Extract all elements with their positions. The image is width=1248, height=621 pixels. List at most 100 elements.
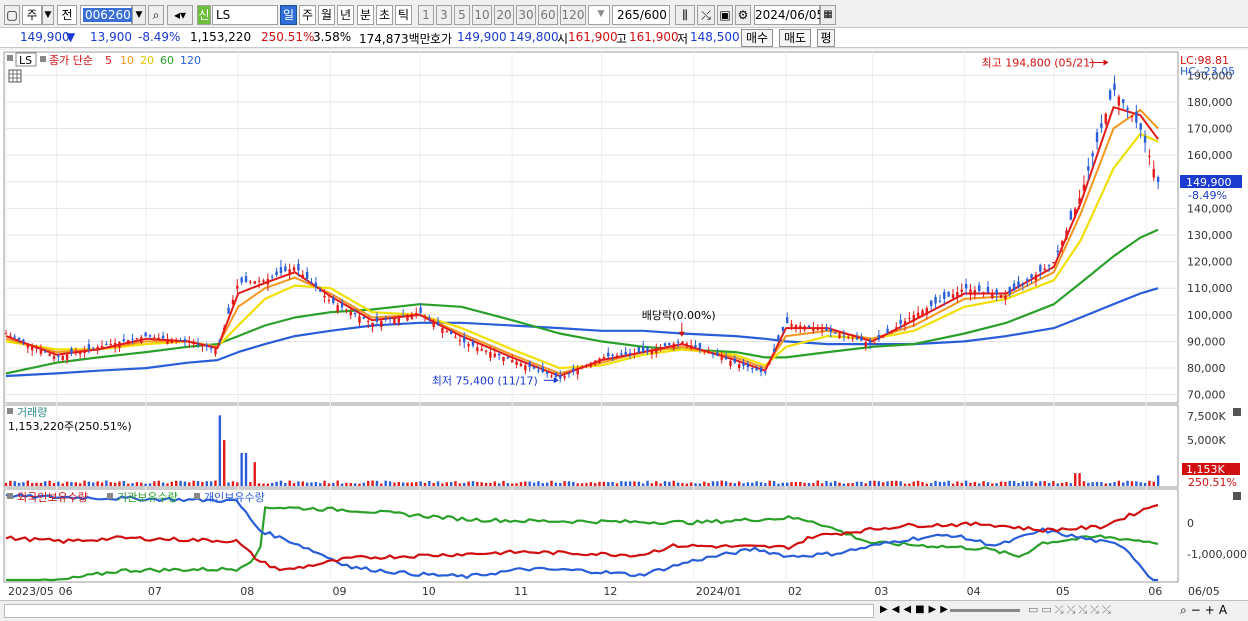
- volume-bar: [707, 483, 710, 486]
- stock-name-field[interactable]: LS: [212, 5, 278, 25]
- candle-body: [292, 267, 296, 271]
- volume-bar: [205, 481, 208, 486]
- volume-bar: [820, 483, 824, 486]
- candle-body: [925, 308, 929, 315]
- save-icon[interactable]: ▣: [717, 5, 733, 25]
- volume-panel-close-icon[interactable]: [1233, 408, 1241, 416]
- period-week-button[interactable]: 주: [299, 5, 316, 25]
- count-field[interactable]: 265/600: [612, 5, 670, 25]
- volume-bar: [921, 482, 924, 486]
- volume-bar: [1078, 473, 1081, 486]
- candle-body: [17, 337, 21, 340]
- candle-body: [1034, 274, 1038, 281]
- search-icon[interactable]: ⌕: [148, 5, 164, 25]
- volume-bar: [454, 481, 457, 486]
- volume-bar: [140, 482, 143, 486]
- buy-button[interactable]: 매수: [741, 29, 773, 47]
- volume-bar: [685, 483, 689, 486]
- step-1-button[interactable]: 1: [418, 5, 434, 25]
- candle-body: [476, 347, 479, 352]
- volume-bar: [262, 483, 265, 486]
- volume-bar: [257, 483, 261, 486]
- tool-icons[interactable]: ▭▭⤯⤯⤯⤯⤯: [1028, 603, 1114, 617]
- sell-button[interactable]: 매도: [779, 29, 811, 47]
- speaker-icon[interactable]: ◂▾: [167, 5, 193, 25]
- candle-body: [428, 317, 431, 319]
- candle-body: [231, 299, 235, 305]
- step-5-button[interactable]: 5: [454, 5, 470, 25]
- candle-body: [441, 328, 444, 334]
- quote-label: 호가: [430, 32, 453, 46]
- step-10-button[interactable]: 10: [472, 5, 492, 25]
- calendar-icon[interactable]: ▦: [820, 5, 836, 25]
- volume-bar: [934, 480, 937, 486]
- mode-select-prev[interactable]: 전: [57, 5, 77, 25]
- volume-bar: [401, 482, 405, 486]
- zoom-icons[interactable]: ⌕−+A: [1180, 603, 1231, 618]
- step-30-button[interactable]: 30: [516, 5, 536, 25]
- candle-body: [161, 335, 165, 339]
- x-tick-label: 03: [874, 585, 888, 598]
- stock-code-input[interactable]: 006260: [80, 5, 133, 25]
- price-change-pct: -8.49%: [138, 30, 181, 44]
- candle-body: [545, 371, 549, 374]
- horizontal-scrollbar[interactable]: [4, 604, 874, 618]
- evaluate-button[interactable]: 평: [817, 29, 835, 47]
- volume-bar: [1113, 482, 1116, 486]
- volume-bar: [716, 481, 719, 486]
- count-total: /600: [639, 8, 667, 22]
- candle-body: [598, 358, 601, 364]
- period-day-button[interactable]: 일: [280, 5, 297, 25]
- volume-bar: [825, 480, 828, 486]
- chevron-down-icon[interactable]: ▼: [42, 5, 54, 25]
- candle-body: [135, 338, 139, 340]
- step-120-button[interactable]: 120: [560, 5, 586, 25]
- candle-body: [463, 336, 466, 343]
- volume-bar: [480, 482, 483, 486]
- volume-bar: [829, 482, 833, 486]
- volume-bar: [506, 483, 510, 486]
- draw-tool-icon[interactable]: ⤯: [697, 5, 715, 25]
- volume-bar: [672, 480, 675, 486]
- volume-bar: [999, 481, 1003, 486]
- panel-layout-icon[interactable]: ▢: [4, 5, 20, 25]
- volume-value: 1,153,220: [190, 30, 252, 44]
- step-3-button[interactable]: 3: [436, 5, 452, 25]
- gear-icon[interactable]: ⚙: [735, 5, 751, 25]
- volume-bar: [812, 483, 815, 486]
- candle-body: [1026, 279, 1029, 282]
- last-price-label: 149,900: [1186, 176, 1232, 189]
- period-month-button[interactable]: 월: [318, 5, 335, 25]
- code-dropdown-icon[interactable]: ▼: [132, 5, 146, 25]
- zoom-slider[interactable]: [950, 609, 1020, 612]
- mode-select-week[interactable]: 주: [22, 5, 42, 25]
- step-60-button[interactable]: 60: [538, 5, 558, 25]
- candle-body: [799, 325, 802, 329]
- candle-body: [131, 338, 134, 340]
- period-second-button[interactable]: 초: [376, 5, 393, 25]
- candle-body: [807, 325, 811, 328]
- holdings-panel-close-icon[interactable]: [1233, 492, 1241, 500]
- date-input[interactable]: 2024/06/05: [754, 5, 824, 25]
- volume-bar: [620, 481, 623, 486]
- candle-type-icon[interactable]: ⫼: [675, 5, 695, 25]
- period-minute-button[interactable]: 분: [357, 5, 374, 25]
- quote-info-bar: 149,900 ▼ 13,900 -8.49% 1,153,220 250.51…: [0, 28, 1248, 48]
- candle-body: [1139, 123, 1142, 130]
- volume-bar: [196, 481, 200, 486]
- step-20-button[interactable]: 20: [494, 5, 514, 25]
- scroll-nav-icons[interactable]: ▶◀◀■▶▶: [880, 604, 952, 615]
- volume-bar: [1043, 481, 1046, 486]
- volume-bar: [13, 481, 16, 486]
- step-dropdown-icon[interactable]: ▼: [594, 5, 608, 25]
- candle-body: [593, 360, 597, 363]
- period-tick-button[interactable]: 틱: [395, 5, 412, 25]
- stock-chart-svg[interactable]: 190,000180,000170,000160,000150,000140,0…: [0, 50, 1248, 600]
- volume-bar: [646, 480, 649, 486]
- candle-body: [493, 353, 496, 357]
- chart-area[interactable]: 190,000180,000170,000160,000150,000140,0…: [0, 50, 1248, 600]
- volume-bar: [737, 481, 741, 486]
- table-grid-icon[interactable]: [8, 69, 22, 83]
- volume-bar: [1087, 482, 1090, 486]
- period-year-button[interactable]: 년: [337, 5, 354, 25]
